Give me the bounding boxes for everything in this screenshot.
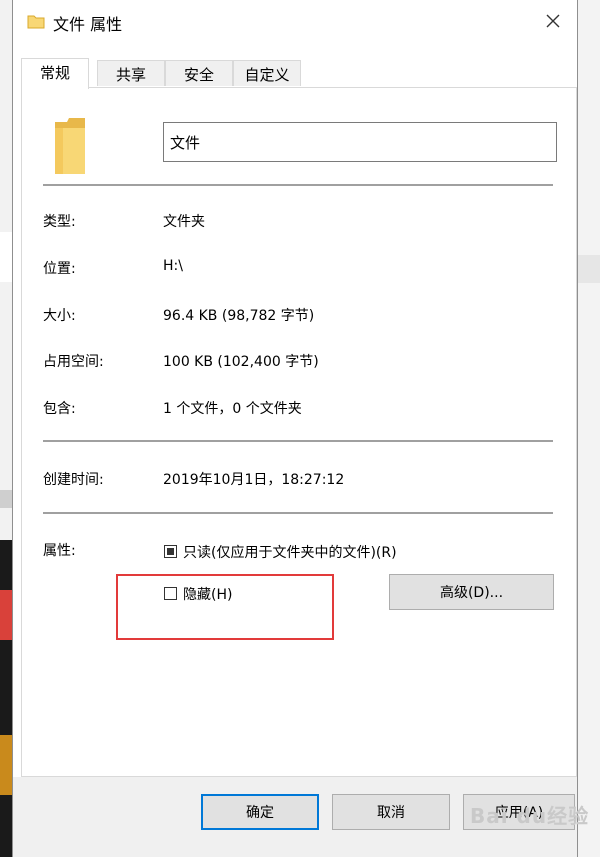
background-window-right [576, 0, 600, 857]
close-button[interactable] [533, 4, 573, 38]
separator [43, 440, 553, 442]
large-folder-icon [53, 116, 87, 180]
contains-value: 1 个文件，0 个文件夹 [163, 401, 302, 417]
background-app-icon-red [0, 590, 12, 640]
background-window-right-bar [576, 255, 600, 283]
size-value: 96.4 KB (98,782 字节) [163, 308, 315, 324]
window-title: 文件 属性 [53, 15, 123, 34]
background-window-left-dark [0, 540, 12, 857]
type-label: 类型: [43, 214, 76, 230]
background-app-icon-yellow [0, 735, 12, 795]
separator [43, 184, 553, 186]
tab-general[interactable]: 常规 [21, 58, 89, 89]
type-value: 文件夹 [163, 214, 205, 230]
general-tab-panel [21, 87, 577, 777]
readonly-checkbox[interactable] [164, 545, 177, 558]
created-label: 创建时间: [43, 472, 104, 488]
size-on-disk-value: 100 KB (102,400 字节) [163, 354, 319, 370]
tab-customize[interactable]: 自定义 [233, 60, 301, 86]
readonly-checkbox-label[interactable]: 只读(仅应用于文件夹中的文件)(R) [183, 542, 397, 562]
baidu-watermark: Bai du经验 [470, 804, 590, 828]
title-bar[interactable]: 文件 属性 [13, 0, 577, 44]
annotation-highlight-box [116, 574, 334, 640]
close-icon [546, 14, 560, 28]
attributes-label: 属性: [43, 543, 76, 559]
size-on-disk-label: 占用空间: [43, 354, 104, 370]
folder-name-input[interactable] [163, 122, 557, 162]
ok-button[interactable]: 确定 [201, 794, 319, 830]
created-value: 2019年10月1日，18:27:12 [163, 472, 345, 488]
tab-sharing[interactable]: 共享 [97, 60, 165, 86]
location-label: 位置: [43, 261, 76, 277]
cancel-button[interactable]: 取消 [332, 794, 450, 830]
tab-strip: 常规 共享 安全 自定义 [21, 58, 569, 89]
background-window-left-strip [0, 232, 12, 282]
size-label: 大小: [43, 308, 76, 324]
contains-label: 包含: [43, 401, 76, 417]
tab-security[interactable]: 安全 [165, 60, 233, 86]
separator [43, 512, 553, 514]
background-window-left-bar [0, 490, 12, 508]
advanced-button[interactable]: 高级(D)... [389, 574, 554, 610]
folder-icon [27, 13, 45, 33]
properties-dialog: 文件 属性 常规 共享 安全 自定义 类型: 文件夹 位置: H:\ 大小: 9… [12, 0, 578, 857]
location-value: H:\ [163, 258, 183, 274]
